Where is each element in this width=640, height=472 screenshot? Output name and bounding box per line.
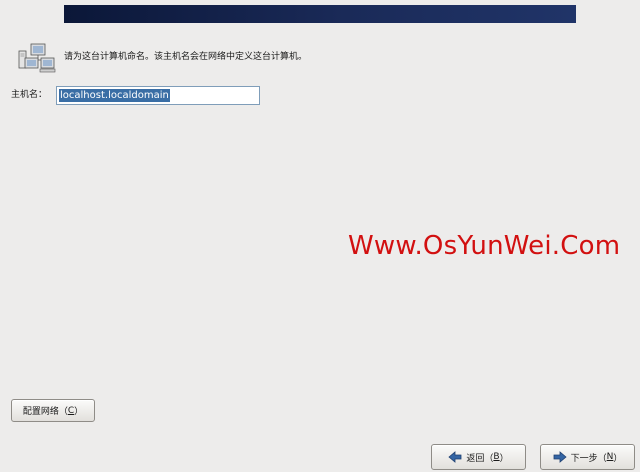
next-button[interactable]: 下一步（ N） [540, 444, 635, 470]
hostname-value[interactable]: localhost.localdomain [59, 89, 170, 102]
hostname-input[interactable]: localhost.localdomain [56, 86, 260, 105]
hostname-label: 主机名： [11, 90, 48, 100]
back-label: 返回（ [466, 453, 494, 464]
arrow-right-icon [553, 451, 567, 463]
back-button[interactable]: 返回（ B） [431, 444, 526, 470]
arrow-left-icon [448, 451, 462, 463]
watermark-text: Www.OsYunWei.Com [348, 231, 621, 261]
configure-network-suffix: ） [74, 407, 84, 417]
back-suffix: ） [499, 453, 509, 464]
next-mnemonic: N [606, 452, 614, 462]
intro-text: 请为这台计算机命名。该主机名会在网络中定义这台计算机。 [64, 52, 308, 62]
header-banner [64, 5, 576, 23]
network-computers-icon [18, 43, 56, 73]
configure-network-label: 配置网络（ [22, 407, 68, 417]
next-label: 下一步（ [570, 453, 607, 464]
configure-network-button[interactable]: 配置网络（ C） [11, 399, 95, 422]
next-suffix: ） [613, 453, 623, 464]
